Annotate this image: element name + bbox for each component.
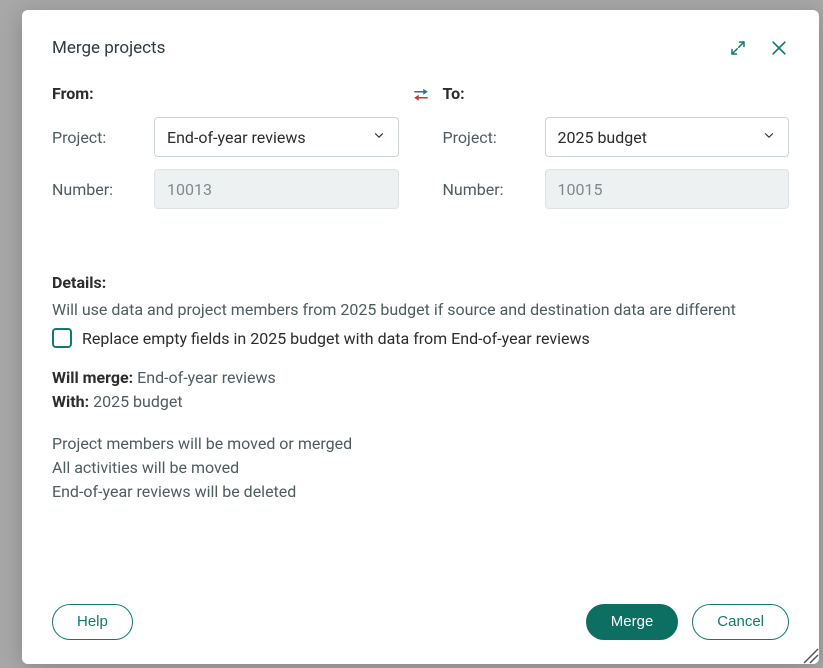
from-project-row: Project: End-of-year reviews [52, 117, 399, 157]
will-merge-label: Will merge: [52, 368, 133, 387]
summary-block-1: Will merge: End-of-year reviews With: 20… [52, 366, 789, 414]
cancel-button[interactable]: Cancel [692, 604, 789, 640]
from-project-select[interactable]: End-of-year reviews [154, 117, 399, 157]
resize-handle[interactable] [799, 644, 819, 664]
swap-cell [407, 84, 435, 106]
from-number-row: Number: 10013 [52, 169, 399, 209]
help-button[interactable]: Help [52, 604, 133, 640]
from-number-value: 10013 [167, 180, 212, 199]
merge-button[interactable]: Merge [586, 604, 679, 640]
details-section: Details: Will use data and project membe… [52, 273, 789, 504]
modal-header: Merge projects [52, 38, 789, 58]
replace-empty-row: Replace empty fields in 2025 budget with… [52, 328, 789, 348]
will-merge-value: End-of-year reviews [133, 368, 276, 387]
to-project-row: Project: 2025 budget [443, 117, 790, 157]
swap-icon[interactable] [412, 86, 430, 106]
to-heading: To: [443, 84, 790, 103]
to-column: To: Project: 2025 budget Number: 10015 [443, 84, 790, 221]
to-number-row: Number: 10015 [443, 169, 790, 209]
from-project-value: End-of-year reviews [167, 128, 306, 147]
from-column: From: Project: End-of-year reviews Numbe… [52, 84, 399, 221]
to-number-label: Number: [443, 180, 535, 199]
replace-empty-label: Replace empty fields in 2025 budget with… [82, 329, 590, 348]
with-line: With: 2025 budget [52, 390, 789, 414]
replace-empty-checkbox[interactable] [52, 328, 72, 348]
with-label: With: [52, 392, 89, 411]
modal-footer: Help Merge Cancel [52, 584, 789, 640]
chevron-down-icon [762, 128, 776, 147]
summary-line-1: Project members will be moved or merged [52, 432, 789, 456]
header-actions [729, 38, 789, 58]
merge-projects-modal: Merge projects From: Proje [22, 10, 819, 664]
to-project-value: 2025 budget [558, 128, 647, 147]
form-grid: From: Project: End-of-year reviews Numbe… [52, 84, 789, 221]
summary-line-3: End-of-year reviews will be deleted [52, 480, 789, 504]
details-explanation: Will use data and project members from 2… [52, 298, 789, 322]
modal-title: Merge projects [52, 38, 165, 58]
will-merge-line: Will merge: End-of-year reviews [52, 366, 789, 390]
chevron-down-icon [372, 128, 386, 147]
from-project-label: Project: [52, 128, 144, 147]
details-heading: Details: [52, 273, 789, 292]
footer-right: Merge Cancel [586, 604, 789, 640]
close-icon[interactable] [769, 38, 789, 58]
expand-icon[interactable] [729, 39, 747, 57]
to-project-select[interactable]: 2025 budget [545, 117, 790, 157]
to-project-label: Project: [443, 128, 535, 147]
from-number-label: Number: [52, 180, 144, 199]
from-heading: From: [52, 84, 399, 103]
summary-block-2: Project members will be moved or merged … [52, 432, 789, 504]
summary-line-2: All activities will be moved [52, 456, 789, 480]
from-number-field: 10013 [154, 169, 399, 209]
to-number-field: 10015 [545, 169, 790, 209]
with-value: 2025 budget [89, 392, 182, 411]
to-number-value: 10015 [558, 180, 603, 199]
